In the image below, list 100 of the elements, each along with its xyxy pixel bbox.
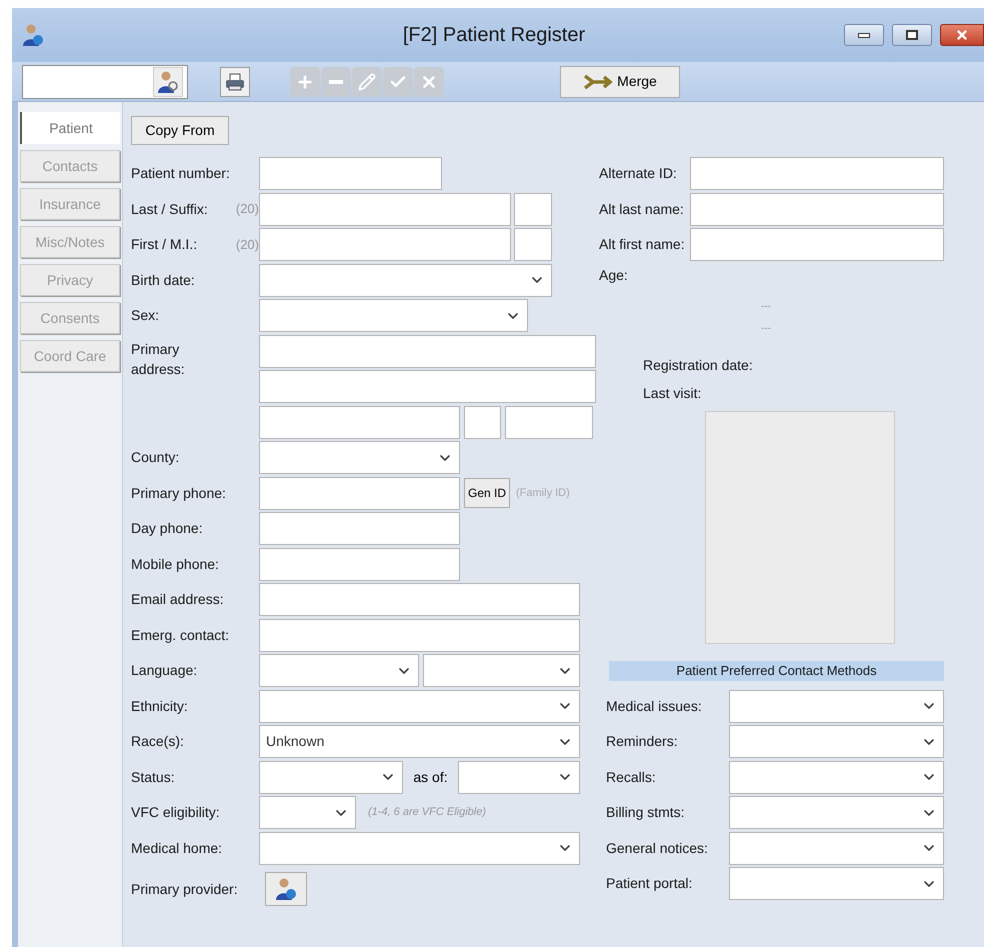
dropdown[interactable] — [729, 760, 944, 794]
field-label: Status: — [131, 768, 176, 786]
copy-from-button[interactable]: Copy From — [131, 116, 229, 145]
length-hint: (20) — [234, 200, 259, 218]
minimize-button[interactable] — [844, 24, 884, 46]
merge-arrow-icon — [583, 74, 614, 90]
minimize-icon — [858, 32, 870, 38]
close-icon — [955, 28, 969, 42]
person-info-icon — [275, 877, 297, 901]
text-field[interactable] — [259, 406, 460, 438]
field-label: Reminders: — [606, 732, 679, 751]
placeholder-dashes: --- — [761, 300, 772, 312]
merge-button[interactable]: Merge — [560, 66, 680, 98]
text-field[interactable] — [259, 618, 580, 652]
family-id-note: (Family ID) — [516, 486, 570, 501]
dropdown[interactable] — [423, 654, 580, 687]
side-tab[interactable]: Contacts — [20, 150, 120, 182]
field-label: Ethnicity: — [131, 696, 189, 716]
dropdown[interactable] — [259, 299, 528, 332]
maximize-button[interactable] — [892, 24, 932, 46]
dropdown[interactable] — [259, 690, 580, 722]
field-label: Day phone: — [131, 519, 204, 538]
text-field[interactable] — [259, 370, 596, 403]
text-field[interactable] — [259, 334, 596, 368]
text-field[interactable] — [259, 157, 442, 190]
field-label: Language: — [131, 661, 198, 680]
dropdown[interactable]: Unknown — [259, 725, 580, 758]
text-field[interactable] — [505, 406, 593, 438]
dropdown[interactable] — [729, 796, 944, 829]
field-label: Alt first name: — [599, 235, 686, 254]
find-person-button[interactable] — [153, 66, 183, 96]
text-field[interactable] — [514, 228, 552, 261]
text-field[interactable] — [514, 192, 552, 226]
dropdown[interactable] — [259, 760, 403, 794]
field-label: Primary phone: — [131, 484, 227, 503]
field-label: Mobile phone: — [131, 554, 220, 574]
printer-icon — [225, 72, 245, 92]
dropdown[interactable] — [259, 654, 419, 687]
field-label: Email address: — [131, 590, 225, 609]
text-field[interactable] — [259, 512, 460, 545]
text-field[interactable] — [690, 228, 944, 261]
side-tab[interactable]: Misc/Notes — [20, 226, 120, 258]
dropdown[interactable] — [259, 441, 460, 474]
field-label: Primary address: — [131, 340, 186, 378]
field-label: Alt last name: — [599, 200, 685, 218]
field-label: Alternate ID: — [599, 164, 678, 183]
text-field[interactable] — [259, 548, 460, 580]
field-label: Patient number: — [131, 164, 231, 183]
dropdown[interactable] — [259, 264, 552, 296]
field-label: Emerg. contact: — [131, 626, 230, 645]
text-field[interactable] — [690, 192, 944, 226]
field-label: Billing stmts: — [606, 803, 686, 822]
field-label: Patient portal: — [606, 874, 694, 893]
field-label: Race(s): — [131, 732, 185, 751]
field-label: Last visit: — [643, 384, 702, 402]
field-label: Medical home: — [131, 838, 224, 858]
close-button[interactable] — [940, 24, 984, 46]
provider-lookup-button[interactable] — [265, 872, 307, 906]
person-icon — [157, 70, 179, 94]
print-button[interactable] — [220, 66, 250, 96]
field-label: Age: — [599, 266, 629, 284]
maximize-icon — [906, 30, 918, 40]
dropdown[interactable] — [729, 690, 944, 722]
text-field[interactable] — [259, 476, 460, 510]
field-label: Primary provider: — [131, 880, 239, 899]
field-label: as of: — [412, 768, 449, 786]
side-tab[interactable]: Consents — [20, 302, 120, 334]
vfc-note: (1-4, 6 are VFC Eligible) — [368, 805, 486, 820]
field-label: VFC eligibility: — [131, 803, 221, 822]
dropdown[interactable] — [729, 867, 944, 900]
dropdown[interactable] — [259, 832, 580, 864]
dropdown[interactable] — [458, 760, 580, 794]
placeholder-dashes: --- — [761, 322, 772, 334]
pencil-icon — [358, 72, 376, 90]
text-field[interactable] — [690, 157, 944, 190]
text-field[interactable] — [259, 583, 580, 616]
section-header: Patient Preferred Contact Methods — [609, 660, 944, 680]
field-label: First / M.I.: — [131, 235, 198, 254]
field-label: Recalls: — [606, 768, 657, 786]
side-tab[interactable]: Coord Care — [20, 340, 120, 372]
window-title: [F2] Patient Register — [402, 23, 586, 48]
dropdown[interactable] — [729, 725, 944, 758]
dropdown[interactable] — [259, 796, 356, 829]
gen-id-button[interactable]: Gen ID — [464, 478, 510, 508]
field-label: General notices: — [606, 838, 709, 858]
side-tab[interactable]: Insurance — [20, 188, 120, 220]
side-tab[interactable]: Patient — [20, 112, 120, 144]
field-label: Medical issues: — [606, 696, 703, 716]
dropdown[interactable] — [729, 832, 944, 864]
text-field[interactable] — [259, 228, 511, 261]
side-tab[interactable]: Privacy — [20, 264, 120, 296]
text-field[interactable] — [259, 192, 511, 226]
plus-icon — [296, 72, 314, 90]
minus-icon — [329, 80, 343, 84]
field-label: Last / Suffix: — [131, 200, 209, 218]
field-label: Registration date: — [643, 356, 754, 374]
person-info-icon — [22, 23, 44, 47]
text-field[interactable] — [464, 406, 501, 438]
search-field[interactable] — [22, 64, 188, 98]
field-label: Birth date: — [131, 270, 196, 290]
